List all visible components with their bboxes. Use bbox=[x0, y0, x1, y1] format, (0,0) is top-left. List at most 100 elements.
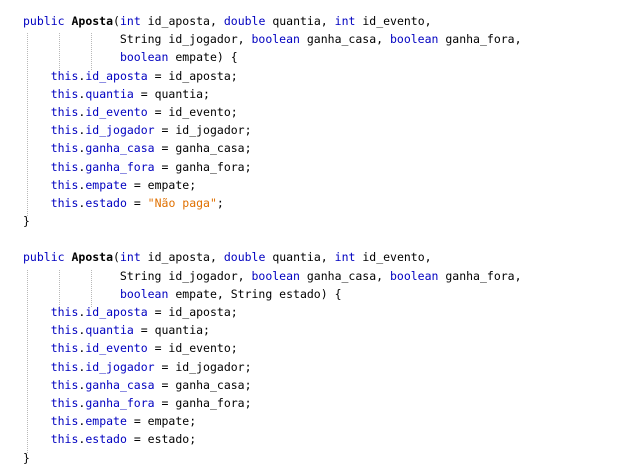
code-text: } bbox=[23, 214, 30, 229]
code-line[interactable]: this.quantia = quantia; bbox=[23, 85, 522, 103]
code-text: = empate; bbox=[126, 414, 197, 429]
code-line[interactable]: String id_jogador, boolean ganha_casa, b… bbox=[23, 30, 522, 48]
code-text: ganha_casa, bbox=[299, 268, 390, 283]
code-editor[interactable]: public Aposta(int id_aposta, double quan… bbox=[0, 0, 618, 466]
code-keyword: double bbox=[223, 14, 266, 28]
code-text: ganha_fora, bbox=[438, 268, 522, 283]
code-field: quantia bbox=[85, 86, 134, 101]
code-function-name: Aposta bbox=[71, 14, 114, 28]
code-text: = empate; bbox=[126, 177, 197, 192]
code-keyword: boolean bbox=[389, 268, 439, 283]
code-field: ganha_casa bbox=[85, 141, 155, 156]
code-line[interactable]: public Aposta(int id_aposta, double quan… bbox=[23, 12, 522, 30]
code-field: id_jogador bbox=[85, 359, 155, 374]
code-text: = ganha_fora; bbox=[154, 159, 252, 174]
code-keyword: this bbox=[50, 305, 79, 319]
code-line[interactable]: this.id_jogador = id_jogador; bbox=[23, 358, 522, 376]
code-field: id_jogador bbox=[85, 123, 155, 138]
code-text: = id_evento; bbox=[147, 104, 238, 119]
code-text: empate) { bbox=[168, 50, 238, 65]
code-line[interactable]: this.ganha_fora = ganha_fora; bbox=[23, 158, 522, 176]
code-text: = ganha_fora; bbox=[154, 395, 252, 410]
code-field: id_evento bbox=[85, 104, 148, 119]
code-line[interactable]: this.empate = empate; bbox=[23, 176, 522, 194]
code-text: = bbox=[126, 195, 148, 210]
code-field: id_aposta bbox=[85, 68, 148, 83]
code-keyword: this bbox=[50, 141, 79, 156]
code-keyword: this bbox=[50, 177, 79, 192]
code-keyword: boolean bbox=[389, 32, 439, 47]
code-text: ( bbox=[113, 14, 120, 28]
code-keyword: this bbox=[50, 377, 79, 392]
code-line[interactable]: this.ganha_casa = ganha_casa; bbox=[23, 376, 522, 394]
code-line[interactable] bbox=[23, 230, 522, 248]
code-keyword: boolean bbox=[251, 268, 300, 283]
code-line[interactable]: this.quantia = quantia; bbox=[23, 321, 522, 339]
code-block[interactable]: public Aposta(int id_aposta, double quan… bbox=[23, 12, 522, 467]
code-string: "Não paga" bbox=[147, 195, 217, 210]
code-keyword: this bbox=[50, 395, 79, 410]
code-keyword: boolean bbox=[251, 32, 300, 47]
code-line[interactable]: this.ganha_fora = ganha_fora; bbox=[23, 394, 522, 412]
code-keyword: boolean bbox=[119, 286, 169, 301]
code-text: = ganha_casa; bbox=[154, 141, 252, 156]
code-line[interactable]: this.id_aposta = id_aposta; bbox=[23, 303, 522, 321]
code-text: = id_aposta; bbox=[147, 305, 238, 319]
code-line[interactable]: this.ganha_casa = ganha_casa; bbox=[23, 139, 522, 157]
code-keyword: this bbox=[50, 123, 79, 138]
code-text: = estado; bbox=[126, 432, 197, 447]
code-line[interactable]: public Aposta(int id_aposta, double quan… bbox=[23, 248, 522, 266]
code-line[interactable]: boolean empate) { bbox=[23, 48, 522, 66]
code-field: estado bbox=[85, 432, 127, 447]
code-text: quantia, bbox=[265, 14, 335, 28]
code-line[interactable]: this.estado = estado; bbox=[23, 430, 522, 448]
code-line[interactable]: } bbox=[23, 212, 522, 230]
code-text: = id_jogador; bbox=[154, 123, 252, 138]
code-text: String id_jogador, bbox=[23, 32, 252, 47]
code-line[interactable]: this.estado = "Não paga"; bbox=[23, 194, 522, 212]
code-field: ganha_fora bbox=[85, 159, 155, 174]
code-text: = id_evento; bbox=[147, 341, 238, 356]
code-keyword: this bbox=[50, 159, 79, 174]
code-text: = quantia; bbox=[133, 323, 210, 338]
code-keyword: int bbox=[334, 250, 356, 265]
code-line[interactable]: this.id_aposta = id_aposta; bbox=[23, 67, 522, 85]
code-function-name: Aposta bbox=[71, 250, 114, 265]
code-line[interactable]: this.empate = empate; bbox=[23, 412, 522, 430]
code-keyword: this bbox=[50, 323, 79, 338]
code-line[interactable]: this.id_evento = id_evento; bbox=[23, 339, 522, 357]
code-keyword: int bbox=[119, 250, 141, 265]
code-text: id_evento, bbox=[355, 14, 432, 28]
code-line[interactable]: this.id_evento = id_evento; bbox=[23, 103, 522, 121]
code-text: ganha_casa, bbox=[299, 32, 390, 47]
code-line[interactable]: boolean empate, String estado) { bbox=[23, 285, 522, 303]
code-keyword: this bbox=[50, 68, 79, 83]
code-keyword: double bbox=[223, 250, 266, 265]
code-text: = id_aposta; bbox=[147, 68, 238, 83]
code-text: ganha_fora, bbox=[438, 32, 522, 47]
code-field: empate bbox=[85, 177, 127, 192]
code-text: id_aposta, bbox=[140, 14, 224, 28]
code-text: = id_jogador; bbox=[154, 359, 252, 374]
code-keyword: this bbox=[50, 432, 79, 447]
code-line[interactable]: this.id_jogador = id_jogador; bbox=[23, 121, 522, 139]
code-field: ganha_fora bbox=[85, 395, 155, 410]
code-line[interactable]: } bbox=[23, 449, 522, 467]
code-text: = ganha_casa; bbox=[154, 377, 252, 392]
code-line[interactable]: String id_jogador, boolean ganha_casa, b… bbox=[23, 267, 522, 285]
code-text: ; bbox=[216, 195, 224, 210]
code-text: = quantia; bbox=[133, 86, 210, 101]
code-keyword: this bbox=[50, 104, 79, 119]
